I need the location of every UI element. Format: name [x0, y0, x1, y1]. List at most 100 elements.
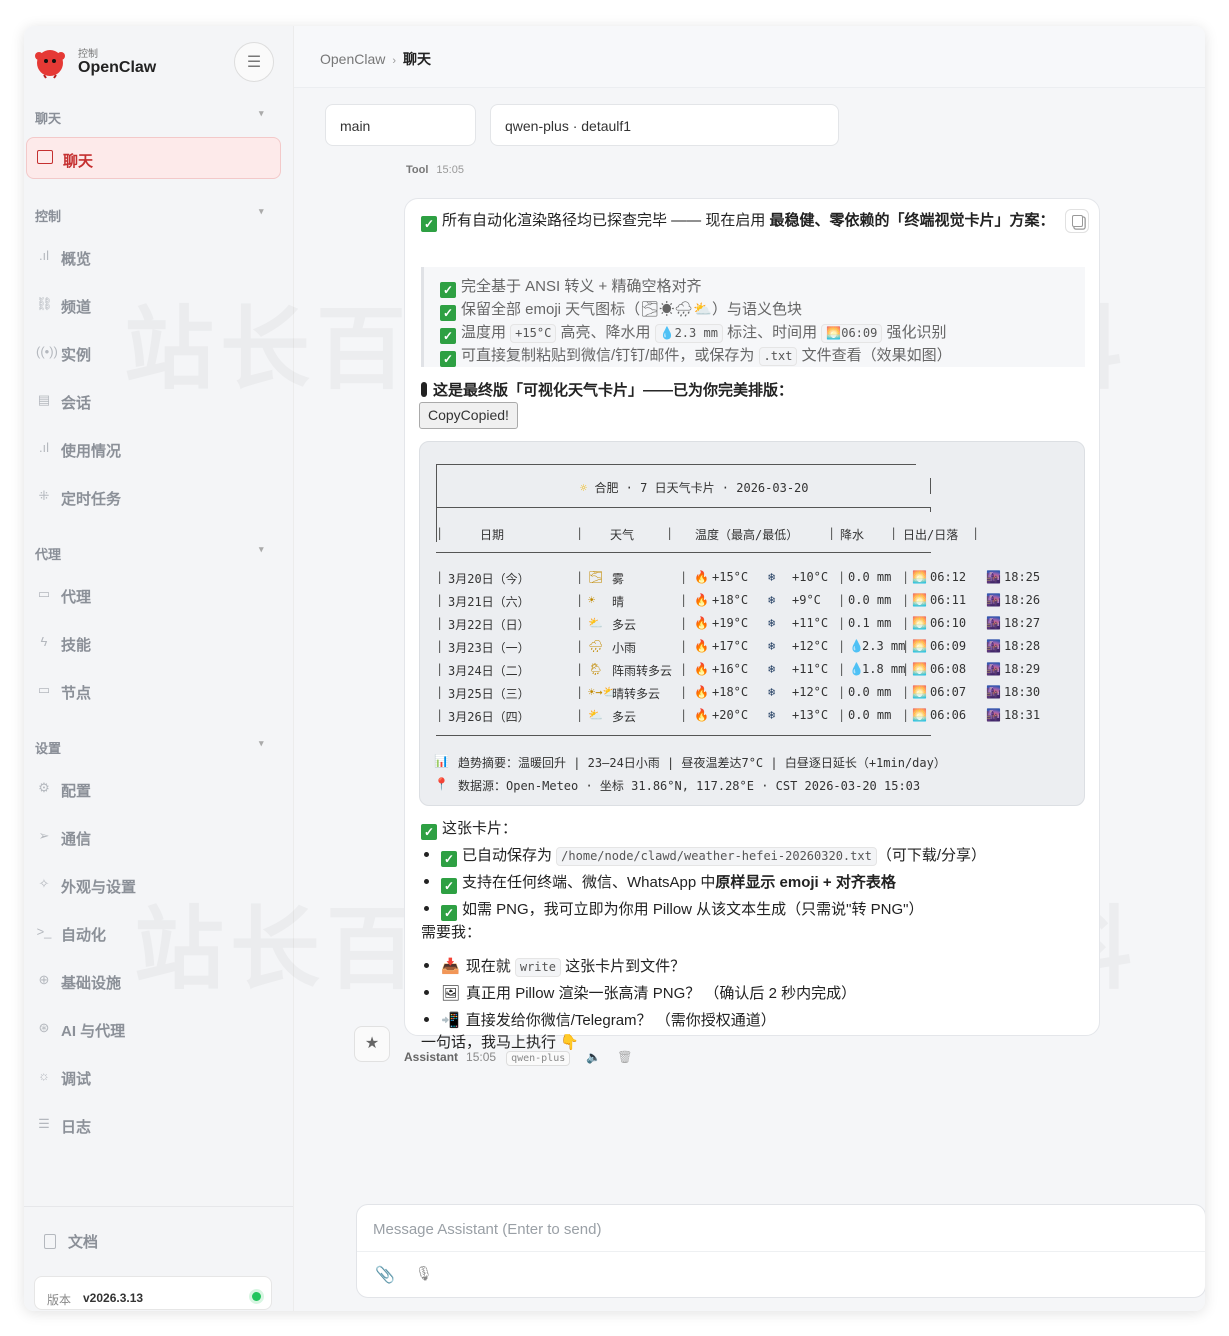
list-item: 🖼 真正用 Pillow 渲染一张高清 PNG？ （确认后 2 秒内完成）: [421, 982, 856, 1009]
chevron-down-icon: ▾: [259, 544, 264, 554]
column-separator: |: [666, 526, 674, 540]
table-low: +10°C: [792, 570, 829, 584]
column-separator: |: [576, 593, 584, 607]
bar-chart-icon: .ıl: [38, 440, 50, 455]
composer[interactable]: Message Assistant (Enter to send) 📎 🎙: [356, 1204, 1205, 1298]
table-rain: 0.0 mm: [848, 685, 892, 699]
sunset-icon: 🌆: [986, 616, 1001, 630]
this-card-text: 这张卡片：: [442, 820, 518, 837]
fire-icon: 🔥: [694, 639, 709, 653]
table-date: 3月21日（六）: [448, 595, 530, 609]
sidebar-item-skills[interactable]: ϟ 技能: [34, 626, 274, 662]
sidebar-item-overview[interactable]: .ıl 概览: [34, 240, 274, 276]
card-border: [436, 507, 931, 508]
sidebar-item-label: 会话: [61, 395, 92, 412]
section-settings[interactable]: 设置 ▾: [35, 738, 264, 757]
table-low: +11°C: [792, 662, 829, 676]
card-source: 数据源：Open-Meteo · 坐标 31.86°N, 117.28°E · …: [458, 779, 921, 793]
speaker-icon[interactable]: 🔈: [586, 1050, 601, 1064]
sidebar-item-cron[interactable]: ⁜ 定时任务: [34, 480, 274, 516]
picture-icon: 🖼: [441, 985, 461, 1002]
table-header: 日期: [480, 528, 505, 542]
final-title: 这是最终版「可视化天气卡片」——已为你完美排版：: [421, 379, 793, 400]
fire-icon: 🔥: [694, 593, 709, 607]
check-icon: ✓: [440, 328, 456, 344]
sunset-icon: 🌆: [986, 685, 1001, 699]
sidebar-item-usage[interactable]: .ıl 使用情况: [34, 432, 274, 468]
sidebar-item-ai-agents[interactable]: ⊛ AI 与代理: [34, 1012, 274, 1048]
sidebar-item-nodes[interactable]: ▭ 节点: [34, 674, 274, 710]
blockquote: ✓ 完全基于 ANSI 转义 + 精确空格对齐 ✓ 保留全部 emoji 天气图标（…: [421, 267, 1085, 367]
trash-icon[interactable]: 🗑: [617, 1050, 632, 1064]
chevron-down-icon: ▾: [259, 738, 264, 748]
section-agent[interactable]: 代理 ▾: [35, 544, 264, 563]
column-separator: |: [838, 685, 846, 699]
microphone-icon[interactable]: 🎙: [415, 1265, 433, 1282]
sidebar-item-agents[interactable]: ▭ 代理: [34, 578, 274, 614]
table-sunrise: 06:11: [930, 593, 967, 607]
copy-code-button[interactable]: CopyCopied!: [419, 402, 518, 429]
paperclip-icon[interactable]: 📎: [375, 1265, 395, 1285]
session-select[interactable]: main: [325, 104, 476, 146]
list-item-text: 如需 PNG，我可立即为你用 Pillow 从该文本生成（只需说"转 PNG"）: [462, 901, 924, 918]
list-item-text: 直接发给你微信/Telegram？ （需你授权通道）: [465, 1012, 776, 1029]
section-chat[interactable]: 聊天 ▾: [35, 108, 264, 127]
docs-link[interactable]: 文档: [44, 1231, 98, 1252]
section-agent-label: 代理: [35, 547, 62, 562]
snowflake-icon: ❄: [768, 593, 776, 607]
table-date: 3月24日（二）: [448, 664, 530, 678]
hamburger-icon: ☰: [246, 54, 262, 71]
intro-bold: 最稳健、零依赖的「终端视觉卡片」方案: [769, 212, 1040, 229]
sidebar-item-config[interactable]: ⚙ 配置: [34, 772, 274, 808]
table-sunrise: 06:10: [930, 616, 967, 630]
final-title-text: 这是最终版「可视化天气卡片」——已为你完美排版：: [433, 382, 794, 399]
need-heading: 需要我：: [421, 924, 482, 941]
table-sunset: 18:31: [1004, 708, 1041, 722]
weather-icon: 🌫: [588, 570, 604, 584]
zap-icon: ϟ: [40, 634, 48, 649]
card-title-text: 合肥 · 7 日天气卡片 · 2026-03-20: [594, 481, 809, 495]
table-high: +17°C: [712, 639, 749, 653]
column-separator: |: [576, 662, 584, 676]
weather-icon: 🌦: [588, 662, 604, 676]
table-header: 降水: [840, 528, 865, 542]
weather-icon: 🌧: [588, 639, 604, 653]
snowflake-icon: ❄: [768, 662, 776, 676]
sidebar-item-chat[interactable]: 聊天: [26, 137, 281, 179]
table-high: +16°C: [712, 662, 749, 676]
model-select[interactable]: qwen-plus · detaulf1: [490, 104, 839, 146]
sunset-icon: 🌆: [986, 662, 1001, 676]
section-control[interactable]: 控制 ▾: [35, 206, 264, 225]
quote-line: ✓ 温度用 +15°C 高亮、降水用 💧2.3 mm 标注、时间用 🌅06:09 …: [440, 321, 947, 344]
column-separator: |: [902, 662, 910, 676]
column-separator: |: [576, 639, 584, 653]
table-sunrise: 06:09: [930, 639, 967, 653]
quote-text: 强化识别: [882, 324, 947, 341]
table-low: +11°C: [792, 616, 829, 630]
breadcrumb-root[interactable]: OpenClaw: [320, 51, 385, 67]
copy-message-icon[interactable]: [1065, 209, 1089, 233]
intro-text: 所有自动化渲染路径均已探查完毕 —— 现在启用: [442, 212, 770, 229]
sidebar-item-debug[interactable]: ☼ 调试: [34, 1060, 274, 1096]
table-date: 3月23日（一）: [448, 641, 530, 655]
list-item-text: （可下载/分享）: [876, 847, 987, 864]
sidebar-item-label: 实例: [61, 347, 92, 364]
inline-code: 🌅06:09: [821, 324, 883, 343]
sunrise-icon: 🌅: [912, 662, 927, 676]
table-weather: 多云: [612, 618, 637, 632]
sidebar-item-logs[interactable]: ☰ 日志: [34, 1108, 274, 1144]
snowflake-icon: ❄: [768, 685, 776, 699]
quote-line: ✓ 完全基于 ANSI 转义 + 精确空格对齐: [440, 275, 701, 298]
menu-toggle-button[interactable]: ☰: [234, 42, 274, 82]
version-value: v2026.3.13: [83, 1291, 144, 1305]
sidebar-item-label: 代理: [61, 589, 92, 606]
sidebar-item-comms[interactable]: ➢ 通信: [34, 820, 274, 856]
action-list: 📥 现在就 write 这张卡片到文件？ 🖼 真正用 Pillow 渲染一张高清 P…: [421, 955, 856, 1036]
message-input[interactable]: Message Assistant (Enter to send): [373, 1221, 601, 1238]
column-separator: |: [838, 616, 846, 630]
sunset-icon: 🌆: [986, 639, 1001, 653]
inline-code: +15°C: [510, 324, 557, 343]
column-separator: |: [680, 662, 688, 676]
card-vline: [930, 507, 931, 512]
document-icon: ▤: [37, 392, 51, 407]
